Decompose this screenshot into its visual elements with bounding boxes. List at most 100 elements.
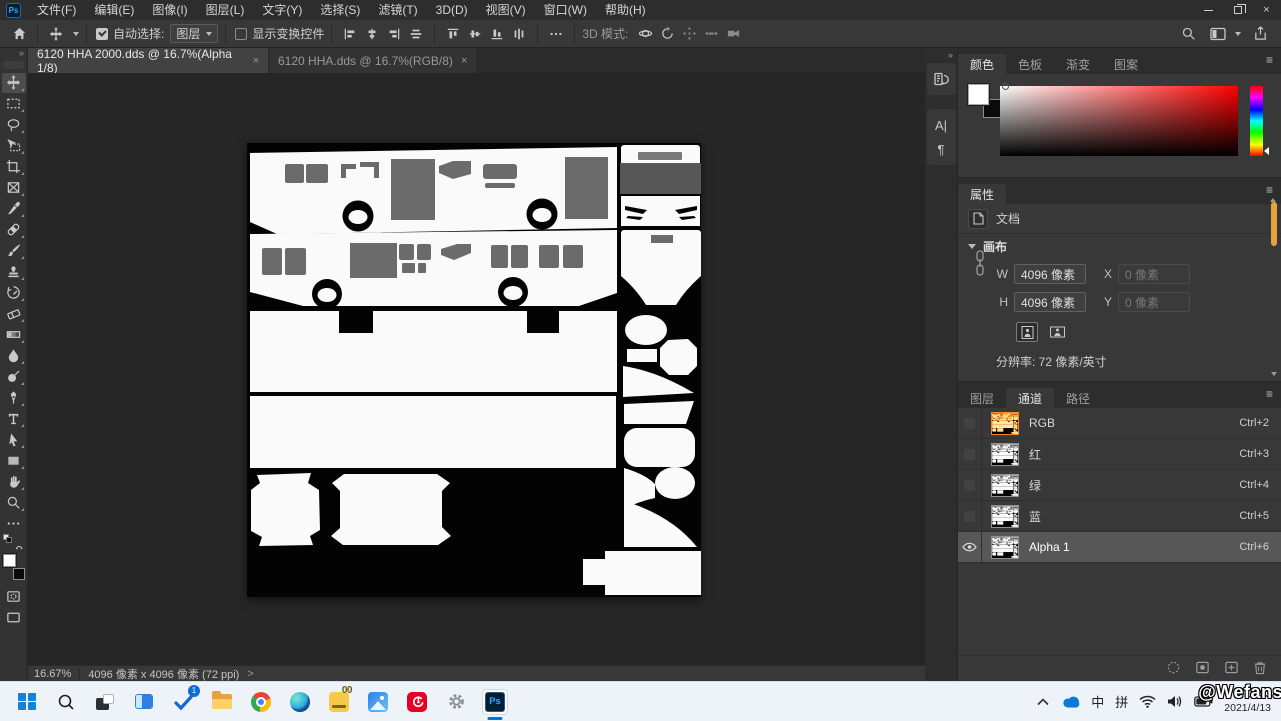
task-view-button[interactable] xyxy=(92,689,118,715)
toolbar-expand-icon[interactable]: » xyxy=(19,49,24,57)
align-top-edges-button[interactable] xyxy=(442,23,464,45)
taskbar-search-button[interactable] xyxy=(53,689,79,715)
foreground-color-swatch[interactable] xyxy=(968,84,989,105)
spot-healing-brush-tool[interactable] xyxy=(2,220,26,240)
orientation-portrait-button[interactable] xyxy=(1016,322,1038,342)
document-tab-inactive[interactable]: 6120 HHA.dds @ 16.7%(RGB/8) × xyxy=(268,48,476,73)
rectangle-tool[interactable] xyxy=(2,451,26,471)
tab-swatches[interactable]: 色板 xyxy=(1006,54,1054,74)
channel-row-green[interactable]: 绿 Ctrl+4 xyxy=(958,470,1281,501)
menu-window[interactable]: 窗口(W) xyxy=(535,0,596,20)
netease-music-button[interactable] xyxy=(404,689,430,715)
type-tool[interactable] xyxy=(2,409,26,429)
lasso-tool[interactable] xyxy=(2,115,26,135)
pen-tool[interactable] xyxy=(2,388,26,408)
wifi-icon[interactable] xyxy=(1139,695,1156,708)
new-channel-icon[interactable] xyxy=(1224,660,1239,675)
align-left-edges-button[interactable] xyxy=(339,23,361,45)
orientation-landscape-button[interactable] xyxy=(1046,322,1068,342)
3d-orbit-button[interactable] xyxy=(634,23,656,45)
frame-tool[interactable] xyxy=(2,178,26,198)
menu-select[interactable]: 选择(S) xyxy=(311,0,369,20)
quick-mask-button[interactable] xyxy=(2,586,26,606)
photos-button[interactable] xyxy=(365,689,391,715)
blur-tool[interactable] xyxy=(2,346,26,366)
settings-button[interactable] xyxy=(443,689,469,715)
properties-scrollbar[interactable] xyxy=(1270,184,1279,376)
width-field[interactable]: 4096 像素 xyxy=(1014,264,1086,284)
edit-toolbar-button[interactable] xyxy=(2,514,26,534)
taskbar-clock[interactable]: 11:53 2021/4/13 xyxy=(1224,688,1271,715)
tab-properties[interactable]: 属性 xyxy=(958,184,1006,204)
align-vertical-centers-button[interactable] xyxy=(464,23,486,45)
panel-menu-icon[interactable]: ≡ xyxy=(1266,387,1273,401)
menu-filter[interactable]: 滤镜(T) xyxy=(369,0,426,20)
3d-slide-button[interactable] xyxy=(700,23,722,45)
toolbar-grip[interactable] xyxy=(4,61,24,69)
channel-row-blue[interactable]: 蓝 Ctrl+5 xyxy=(958,501,1281,532)
eraser-tool[interactable] xyxy=(2,304,26,324)
eyedropper-tool[interactable] xyxy=(2,199,26,219)
visibility-toggle[interactable] xyxy=(958,501,982,532)
link-dimensions-icon[interactable] xyxy=(974,250,986,276)
zoom-level-field[interactable]: 16.67% xyxy=(28,668,79,680)
object-selection-tool[interactable] xyxy=(2,136,26,156)
canvas-pasteboard[interactable] xyxy=(28,73,925,665)
photoshop-taskbar-button[interactable]: Ps xyxy=(482,689,508,715)
zoom-tool[interactable] xyxy=(2,493,26,513)
tray-chevron-icon[interactable] xyxy=(1037,698,1049,706)
file-explorer-button[interactable] xyxy=(209,689,235,715)
tab-gradients[interactable]: 渐变 xyxy=(1054,54,1102,74)
character-panel-button[interactable]: A| xyxy=(929,113,953,137)
history-panel-button[interactable] xyxy=(929,67,953,91)
rectangular-marquee-tool[interactable] xyxy=(2,94,26,114)
gradient-tool[interactable] xyxy=(2,325,26,345)
swap-colors-icon[interactable] xyxy=(15,543,25,551)
battery-icon[interactable] xyxy=(1194,696,1213,707)
menu-edit[interactable]: 编辑(E) xyxy=(85,0,143,20)
hue-slider[interactable] xyxy=(1250,86,1263,156)
tab-patterns[interactable]: 图案 xyxy=(1102,54,1150,74)
search-button[interactable] xyxy=(1177,23,1199,45)
x-field[interactable]: 0 像素 xyxy=(1118,264,1190,284)
scroll-up-icon[interactable] xyxy=(1270,184,1276,202)
document-tab-active[interactable]: 6120 HHA 2000.dds @ 16.7%(Alpha 1/8) × xyxy=(28,48,268,73)
pinned-check-app[interactable]: 1 xyxy=(170,689,196,715)
channel-row-alpha1[interactable]: Alpha 1 Ctrl+6 xyxy=(958,532,1281,563)
share-button[interactable] xyxy=(1249,23,1271,45)
canvas-document[interactable] xyxy=(247,143,701,597)
default-colors-icon[interactable] xyxy=(3,534,14,543)
paragraph-panel-button[interactable]: ¶ xyxy=(929,137,953,161)
scroll-down-icon[interactable] xyxy=(1271,372,1277,376)
restore-button[interactable] xyxy=(1223,0,1252,20)
channel-row-rgb[interactable]: RGB Ctrl+2 xyxy=(958,408,1281,439)
onedrive-icon[interactable] xyxy=(1060,695,1080,708)
show-transform-checkbox[interactable] xyxy=(235,28,247,40)
home-button[interactable] xyxy=(8,23,30,45)
history-brush-tool[interactable] xyxy=(2,283,26,303)
channel-row-red[interactable]: 红 Ctrl+3 xyxy=(958,439,1281,470)
save-selection-as-channel-icon[interactable] xyxy=(1195,660,1210,675)
chrome-button[interactable] xyxy=(248,689,274,715)
3d-pan-button[interactable] xyxy=(678,23,700,45)
background-color-swatch[interactable] xyxy=(13,568,25,580)
widgets-button[interactable] xyxy=(131,689,157,715)
close-tab-icon[interactable]: × xyxy=(253,55,259,67)
ime-pinyin-indicator[interactable]: 拼 xyxy=(1115,692,1128,711)
align-right-edges-button[interactable] xyxy=(383,23,405,45)
hue-slider-marker[interactable] xyxy=(1264,147,1269,155)
y-field[interactable]: 0 像素 xyxy=(1118,292,1190,312)
close-button[interactable]: × xyxy=(1252,0,1281,20)
delete-channel-icon[interactable] xyxy=(1253,660,1267,675)
dodge-tool[interactable] xyxy=(2,367,26,387)
foreground-color-swatch[interactable] xyxy=(3,554,16,567)
visibility-toggle[interactable] xyxy=(958,408,982,439)
crop-tool[interactable] xyxy=(2,157,26,177)
menu-type[interactable]: 文字(Y) xyxy=(253,0,311,20)
screen-mode-button[interactable] xyxy=(2,607,26,627)
move-tool[interactable] xyxy=(2,73,26,93)
visibility-toggle[interactable] xyxy=(958,439,982,470)
height-field[interactable]: 4096 像素 xyxy=(1014,292,1086,312)
3d-camera-button[interactable] xyxy=(722,23,744,45)
path-selection-tool[interactable] xyxy=(2,430,26,450)
